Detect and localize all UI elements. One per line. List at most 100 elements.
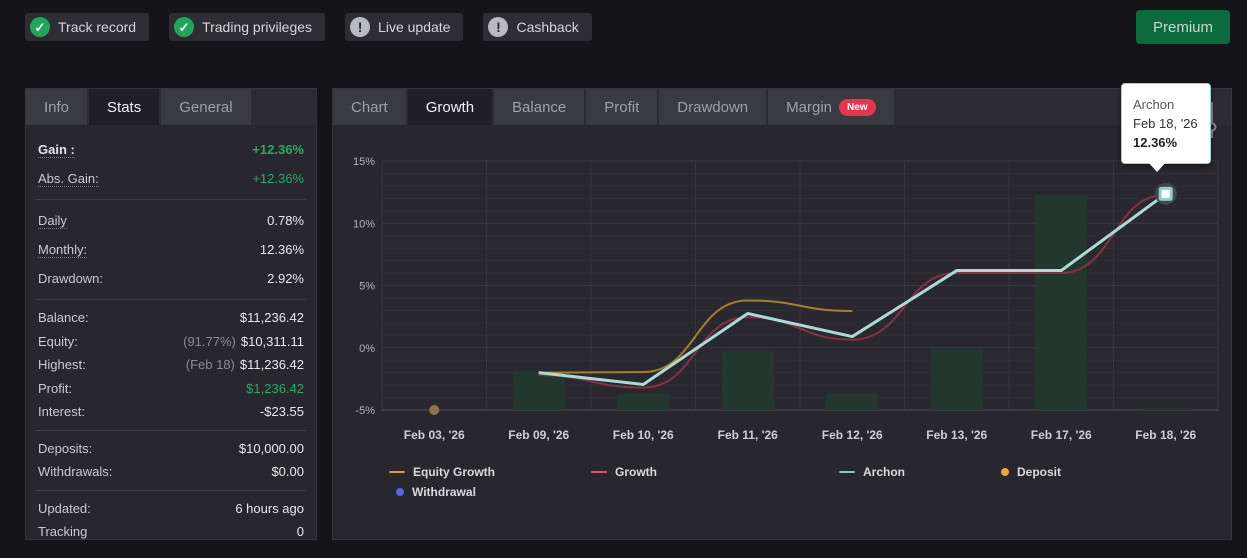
stat-label: Deposits: (38, 440, 93, 456)
tab-general[interactable]: General (161, 89, 251, 125)
stat-value: 0.78% (267, 213, 304, 228)
badge-label: Trading privileges (202, 19, 313, 35)
section-divider (36, 429, 306, 431)
stats-panel: Info Stats General Gain : +12.36% Abs. Gain:… (25, 88, 317, 540)
stat-row-deposits: Deposits: $10,000.00 (38, 437, 304, 461)
check-circle-icon: ✓ (174, 17, 195, 37)
legend-item-withdrawal[interactable]: Withdrawal (396, 485, 476, 499)
stat-label: Highest: (38, 357, 86, 373)
stat-row-equity: Equity: (91.77%) $10,311.11 (38, 330, 304, 354)
bar-feb-10-26[interactable] (617, 393, 670, 410)
legend-item-growth[interactable]: Growth (591, 465, 657, 479)
legend-label: Growth (615, 465, 657, 479)
tooltip-value: 12.36% (1133, 135, 1178, 150)
tab-stats[interactable]: Stats (89, 89, 160, 125)
x-tick-label: Feb 10, '26 (613, 428, 674, 442)
stat-row-drawdown: Drawdown: 2.92% (38, 264, 304, 293)
stat-label: Balance: (38, 310, 89, 326)
stats-panel-tabs: Info Stats General (26, 89, 316, 125)
legend-item-archon[interactable]: Archon (839, 465, 905, 479)
badge-track-record[interactable]: ✓ Track record (25, 13, 150, 41)
legend-swatch (396, 488, 404, 496)
chart-area: 15% 10% 5% 0% -5% Feb 03, '26 Feb 09, '26 Feb 1… (333, 83, 1231, 541)
stat-label: Profit: (38, 380, 72, 396)
stat-row-balance: Balance: $11,236.42 (38, 306, 304, 330)
stat-label: Tracking (38, 524, 88, 540)
x-tick-label: Feb 03, '26 (404, 428, 465, 442)
stat-value: -$23.55 (259, 404, 304, 420)
stat-value: +12.36% (252, 171, 304, 186)
tab-label: General (179, 98, 233, 116)
chart-panel: Chart Growth Balance Profit Drawdown Margin Ne… (332, 83, 1232, 541)
stat-label[interactable]: Daily (38, 213, 67, 229)
check-circle-icon: ✓ (30, 17, 50, 37)
tooltip-date: Feb 18, '26 (1133, 116, 1198, 131)
stat-label: Drawdown: (38, 271, 104, 286)
stat-row-highest: Highest: (Feb 18) $11,236.42 (38, 353, 304, 377)
stat-value: $1,236.42 (246, 380, 304, 396)
stat-value: 0 (296, 524, 304, 540)
badge-label: Track record (58, 19, 137, 35)
stat-value: 12.36% (259, 242, 304, 257)
stat-value-muted: (Feb 18) (185, 357, 235, 373)
stat-label: Withdrawals: (38, 464, 113, 480)
exclamation-circle-icon: ! (488, 17, 509, 37)
x-tick-label: Feb 11, '26 (718, 428, 779, 442)
stat-value: 6 hours ago (235, 500, 304, 516)
y-tick-label: 5% (359, 281, 375, 293)
y-tick-label: -5% (355, 405, 375, 417)
legend-swatch (839, 471, 855, 473)
stat-label[interactable]: Monthly: (38, 242, 88, 258)
highlight-marker[interactable] (1158, 186, 1173, 201)
stat-value: +12.36% (252, 142, 304, 157)
stat-value: (Feb 18) $11,236.42 (185, 357, 304, 373)
stat-value: 2.92% (267, 271, 304, 286)
badge-cashback[interactable]: ! Cashback (483, 13, 592, 41)
stat-label: Equity: (38, 333, 78, 349)
y-tick-label: 10% (353, 218, 375, 230)
badge-label: Cashback (516, 19, 579, 35)
point-deposit[interactable] (429, 405, 440, 415)
tooltip-series-name: Archon (1133, 97, 1175, 112)
y-tick-label: 15% (353, 156, 375, 168)
badge-trading-privileges[interactable]: ✓ Trading privileges (169, 13, 326, 41)
exclamation-circle-icon: ! (350, 17, 371, 37)
tab-label: Info (44, 98, 70, 116)
legend-item-equity-growth[interactable]: Equity Growth (389, 465, 495, 479)
stat-row-abs-gain: Abs. Gain: +12.36% (38, 164, 304, 193)
badge-label: Live update (378, 19, 451, 35)
bar-feb-13-26[interactable] (930, 348, 983, 410)
stat-row-monthly: Monthly: 12.36% (38, 235, 304, 264)
stat-row-daily: Daily 0.78% (38, 206, 304, 235)
stat-row-withdrawals: Withdrawals: $0.00 (38, 460, 304, 484)
stat-value: $0.00 (271, 464, 304, 480)
section-divider (36, 299, 306, 300)
y-tick-label: 0% (359, 343, 375, 355)
legend-swatch (591, 471, 607, 473)
bar-feb-17-26[interactable] (1035, 194, 1088, 410)
legend-label: Withdrawal (412, 485, 476, 499)
stat-row-profit: Profit: $1,236.42 (38, 377, 304, 401)
tab-info[interactable]: Info (26, 89, 88, 125)
legend-item-deposit[interactable]: Deposit (1001, 465, 1061, 479)
section-divider (36, 199, 306, 200)
stat-label[interactable]: Gain : (38, 142, 75, 158)
x-tick-label: Feb 18, '26 (1135, 428, 1196, 442)
stat-value: $11,236.42 (239, 310, 304, 326)
stat-row-updated: Updated: 6 hours ago (38, 497, 304, 521)
bar-feb-18-26[interactable] (1139, 408, 1192, 410)
stat-label[interactable]: Abs. Gain: (38, 171, 99, 187)
bar-feb-12-26[interactable] (826, 392, 879, 410)
legend-swatch (389, 471, 405, 473)
bar-feb-11-26[interactable] (721, 350, 774, 410)
stat-label: Updated: (38, 500, 91, 516)
bar-feb-09-26[interactable] (512, 371, 565, 410)
stat-value-muted: (91.77%) (183, 333, 236, 349)
badge-live-update[interactable]: ! Live update (345, 13, 464, 41)
stat-row-tracking: Tracking 0 (38, 520, 304, 544)
chart-legend: Equity Growth Growth Archon Deposit Withdraw… (333, 459, 1231, 505)
legend-swatch (1001, 468, 1009, 476)
x-tick-label: Feb 17, '26 (1031, 428, 1092, 442)
premium-button[interactable]: Premium (1135, 10, 1230, 44)
status-badges-bar: ✓ Track record ✓ Trading privileges! Live up… (25, 13, 592, 41)
